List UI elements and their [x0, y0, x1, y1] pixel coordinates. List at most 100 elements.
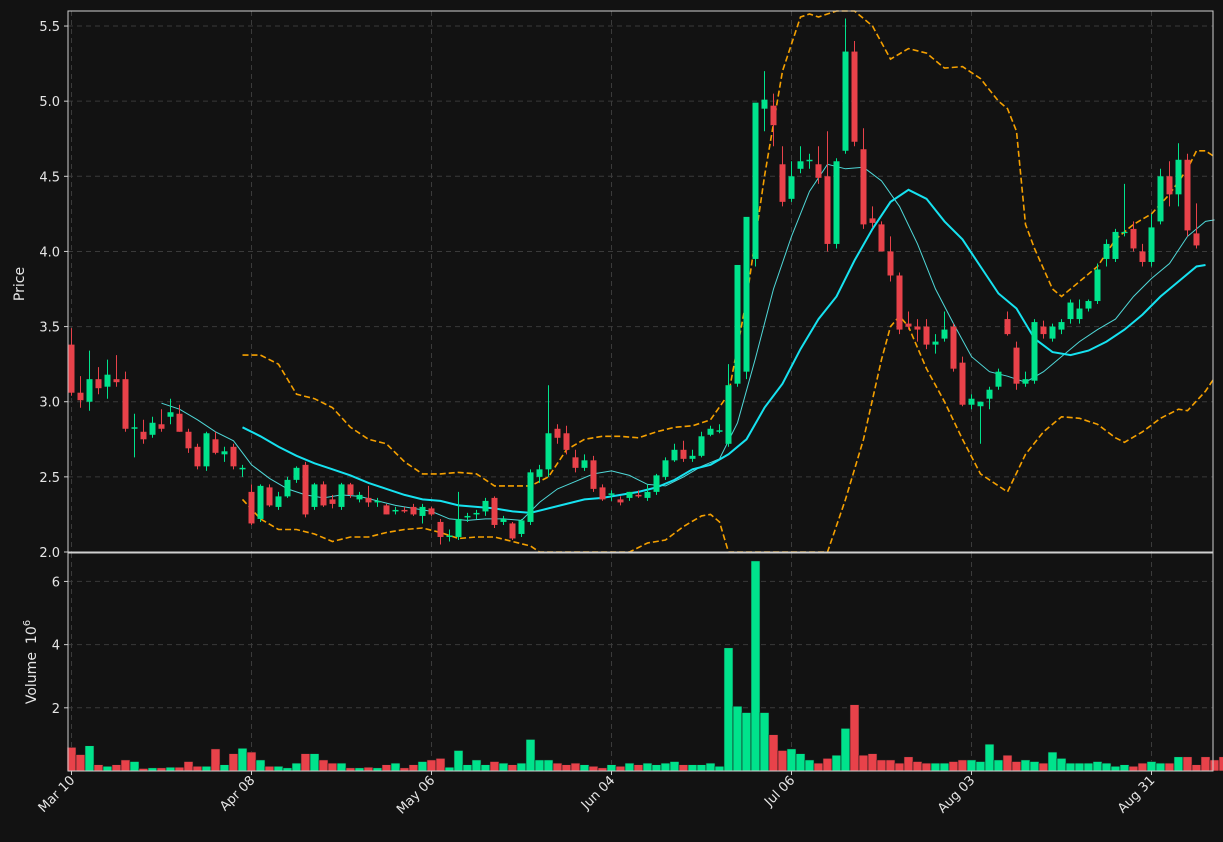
candle-body — [698, 436, 705, 456]
volume-bar — [228, 753, 239, 772]
candle-body — [806, 159, 813, 162]
candle-body — [932, 341, 939, 345]
candle-body — [995, 371, 1002, 387]
volume-bar — [552, 762, 563, 772]
candle-body — [599, 487, 606, 500]
volume-bar — [426, 759, 437, 772]
volume-bar — [633, 764, 644, 772]
candle-body — [581, 460, 588, 468]
candle — [122, 371, 129, 432]
candle-body — [1112, 231, 1119, 259]
candle-body — [626, 491, 633, 498]
volume-bar — [786, 748, 797, 772]
candle-body — [1076, 308, 1083, 320]
volume-bar — [471, 759, 482, 772]
volume-axis-exponent: 6 — [22, 620, 33, 626]
volume-bar — [1110, 765, 1121, 772]
candle-body — [986, 389, 993, 399]
candle-body — [419, 506, 426, 516]
candle — [527, 469, 534, 525]
candle-body — [77, 392, 84, 401]
volume-bar — [336, 762, 347, 772]
volume-bar — [318, 759, 329, 772]
candle-body — [491, 497, 498, 525]
candle — [896, 272, 903, 335]
candle — [491, 496, 498, 528]
volume-bar — [705, 762, 716, 772]
volume-bar — [480, 764, 491, 772]
candle — [743, 216, 750, 380]
candle-body — [185, 431, 192, 449]
candle-body — [851, 51, 858, 142]
candle-body — [977, 401, 984, 407]
candle-body — [950, 326, 957, 369]
candle-body — [887, 251, 894, 276]
volume-bar — [534, 759, 545, 772]
volume-bar — [462, 764, 473, 772]
price-tick-label: 2.5 — [39, 471, 60, 486]
candle-body — [212, 439, 219, 453]
candle-body — [293, 467, 300, 480]
volume-bar — [453, 750, 464, 772]
volume-bar — [921, 762, 932, 772]
candle-body — [1184, 159, 1191, 231]
volume-bar — [1038, 762, 1049, 772]
volume-bar — [1119, 764, 1130, 772]
candle — [833, 158, 840, 249]
volume-bar — [264, 765, 275, 772]
volume-bar — [300, 753, 311, 772]
volume-bar — [1155, 762, 1166, 772]
volume-bar — [885, 759, 896, 772]
candle-body — [707, 428, 714, 435]
candle-body — [1058, 322, 1065, 330]
candle-body — [455, 518, 462, 537]
volume-bar — [615, 765, 626, 772]
volume-bar — [120, 759, 131, 772]
candle-body — [608, 493, 615, 495]
volume-bar — [408, 764, 419, 772]
candle-body — [68, 344, 75, 393]
volume-bar — [390, 762, 401, 772]
candle — [959, 356, 966, 407]
volume-bar — [309, 753, 320, 772]
candle-body — [401, 509, 408, 512]
volume-bar — [561, 764, 572, 772]
candle-body — [482, 500, 489, 512]
volume-bar — [1173, 756, 1184, 772]
volume-bar — [1011, 761, 1022, 772]
candle-body — [383, 505, 390, 515]
candle — [752, 102, 759, 267]
candle-body — [923, 326, 930, 345]
volume-bar — [489, 761, 500, 772]
candle-body — [1031, 322, 1038, 381]
volume-bar — [759, 712, 770, 772]
volume-bar — [1083, 762, 1094, 772]
candle — [590, 455, 597, 492]
volume-bar — [1056, 758, 1067, 772]
candle-body — [464, 515, 471, 518]
volume-bar — [417, 761, 428, 772]
candle-body — [689, 455, 696, 459]
volume-axis-label: Volume — [24, 652, 40, 704]
candle-body — [617, 499, 624, 503]
volume-tick-label: 4 — [52, 639, 60, 654]
volume-bar — [1074, 762, 1085, 772]
volume-bar — [165, 766, 176, 772]
volume-bar — [1047, 751, 1058, 772]
volume-axis-unit: 10 — [24, 626, 40, 644]
candle-body — [671, 449, 678, 461]
volume-bar — [381, 764, 392, 772]
volume-bar — [768, 734, 779, 772]
volume-bar — [543, 759, 554, 772]
candle-body — [1103, 243, 1110, 259]
price-tick-label: 3.0 — [39, 396, 60, 411]
volume-bar — [1101, 762, 1112, 772]
volume-bar — [201, 765, 212, 772]
volume-bar — [1065, 762, 1076, 772]
candle-body — [653, 475, 660, 492]
volume-bar — [732, 705, 743, 772]
candle-body — [860, 149, 867, 225]
candle-body — [869, 218, 876, 223]
candle — [1184, 153, 1191, 237]
candle — [203, 431, 210, 471]
